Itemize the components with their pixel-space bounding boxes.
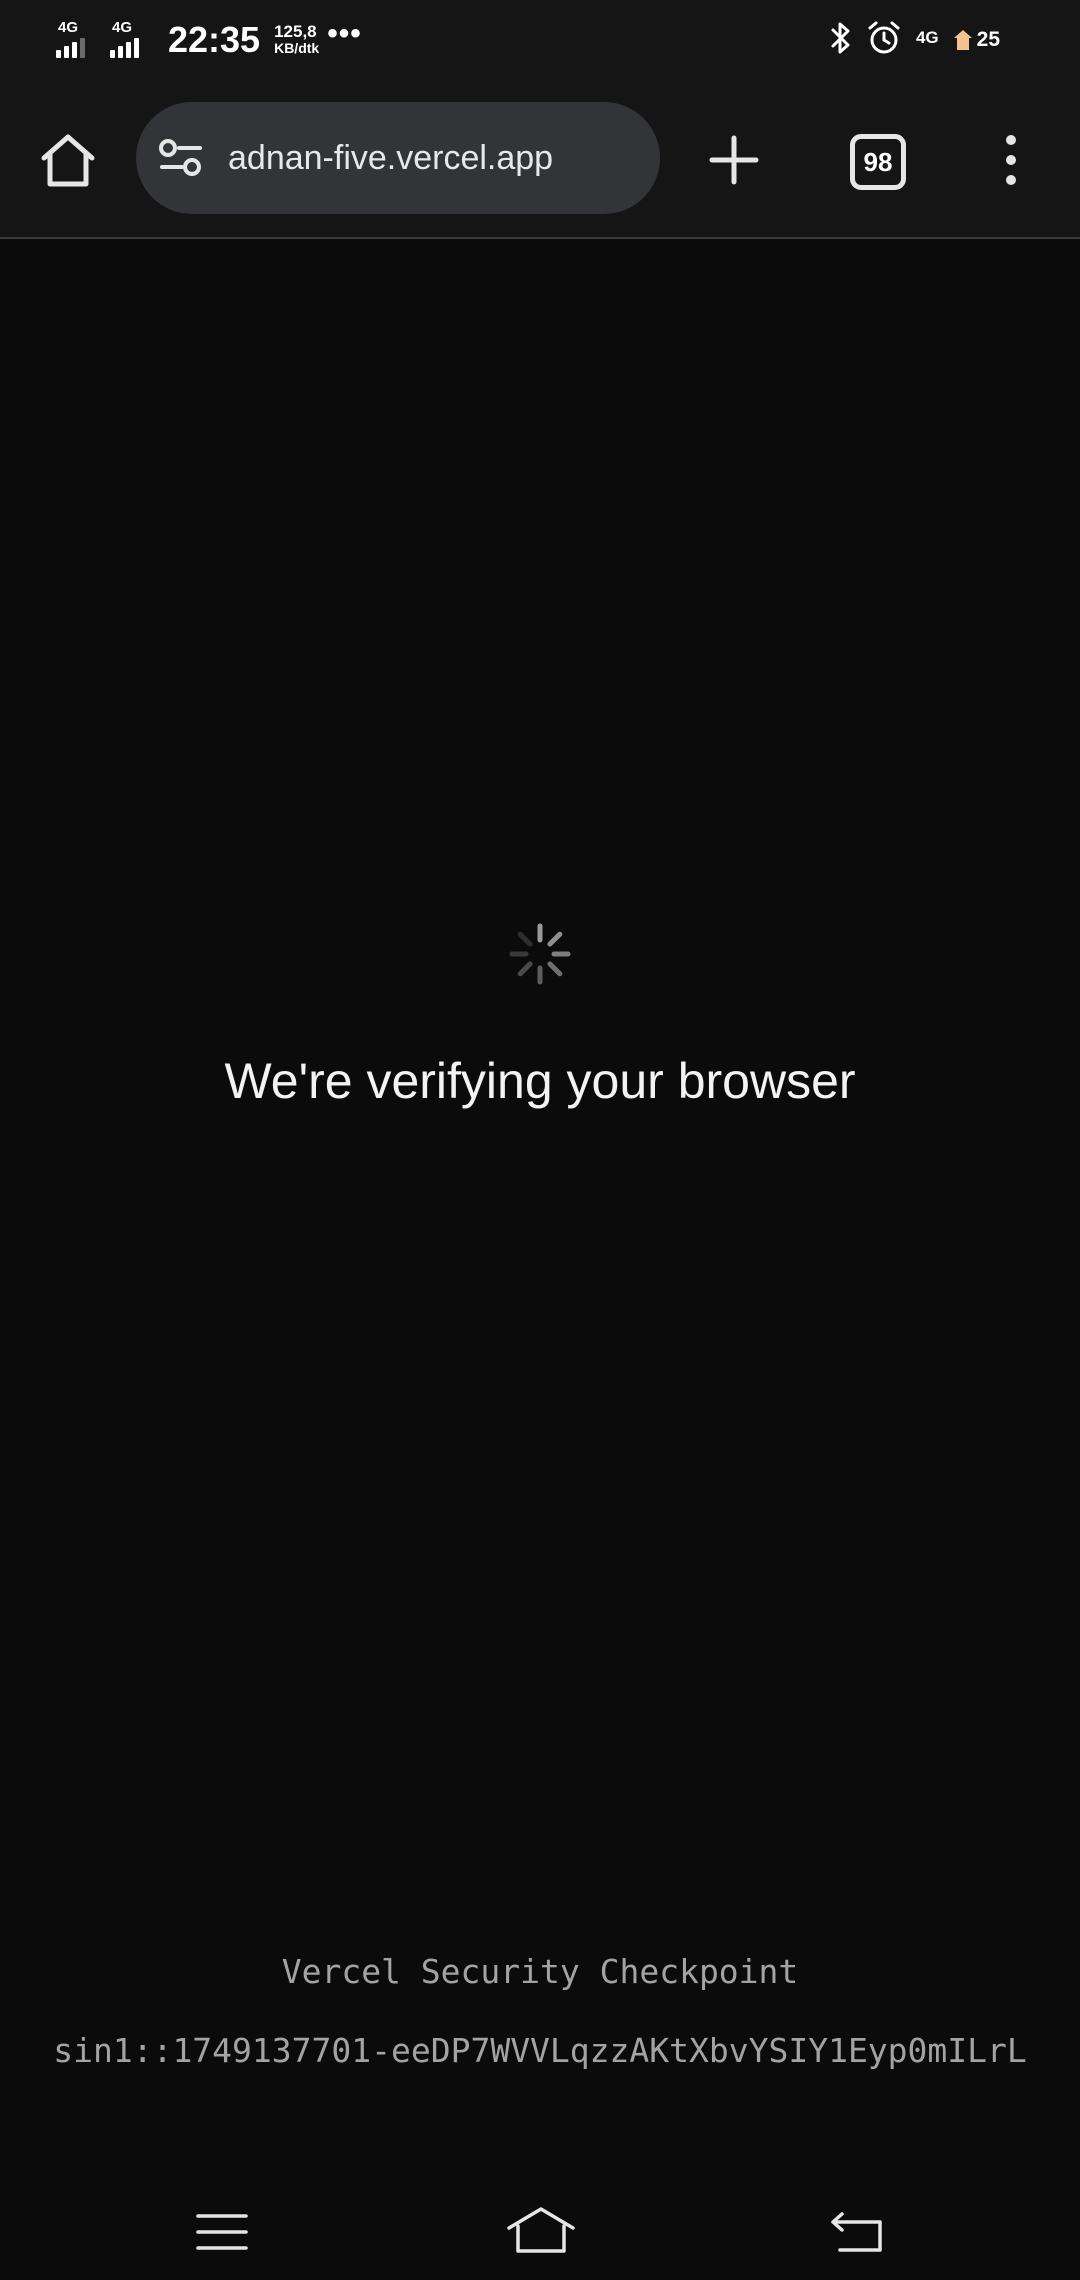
nav-home-button[interactable] bbox=[506, 2206, 576, 2254]
network-speed-unit: KB/dtk bbox=[274, 40, 320, 56]
loading-spinner-icon bbox=[506, 920, 574, 988]
request-id: sin1::1749137701-eeDP7WVVLqzzAKtXbvYSIY1… bbox=[53, 2031, 1027, 2070]
browser-toolbar: adnan-five.vercel.app 98 bbox=[0, 80, 1080, 239]
back-icon bbox=[831, 2212, 882, 2252]
battery-level: 25 bbox=[976, 28, 1000, 51]
back-button[interactable] bbox=[830, 2210, 884, 2254]
plus-icon bbox=[709, 135, 759, 185]
kebab-menu-icon bbox=[1006, 135, 1016, 185]
battery-saver-icon bbox=[953, 30, 972, 50]
sim2-signal: 4G bbox=[110, 18, 156, 62]
tab-count: 98 bbox=[863, 146, 893, 177]
status-left: 4G 4G 22:35 125,8 KB/dtk ••• bbox=[56, 14, 362, 66]
sim2-signal-bars-icon bbox=[110, 38, 139, 58]
recents-icon bbox=[196, 2214, 248, 2250]
network-speed-value: 125,8 bbox=[274, 22, 317, 41]
recents-button[interactable] bbox=[196, 2212, 248, 2252]
browser-menu-button[interactable] bbox=[996, 132, 1026, 188]
page-heading: We're verifying your browser bbox=[224, 1053, 856, 1109]
sim1-network-label: 4G bbox=[58, 19, 79, 36]
nav-home-icon bbox=[507, 2207, 575, 2253]
site-settings-icon[interactable] bbox=[158, 138, 204, 178]
status-right: 4G 25 bbox=[830, 18, 1000, 62]
page-content: We're verifying your browser Vercel Secu… bbox=[0, 239, 1080, 2139]
address-bar[interactable]: adnan-five.vercel.app bbox=[136, 102, 660, 214]
status-bar: 4G 4G 22:35 125,8 KB/dtk ••• 4G 25 bbox=[0, 0, 1080, 80]
sim1-signal: 4G bbox=[56, 18, 102, 62]
alarm-icon bbox=[866, 20, 902, 61]
new-tab-button[interactable] bbox=[706, 132, 762, 188]
system-nav-bar bbox=[0, 2140, 1080, 2280]
home-button[interactable] bbox=[36, 130, 100, 190]
sim2-network-label: 4G bbox=[112, 19, 133, 36]
url-text[interactable]: adnan-five.vercel.app bbox=[228, 136, 553, 180]
checkpoint-title: Vercel Security Checkpoint bbox=[281, 1952, 799, 1991]
sim1-signal-bars-icon bbox=[56, 38, 85, 58]
bluetooth-icon bbox=[830, 21, 852, 60]
more-notifications-icon: ••• bbox=[327, 17, 362, 50]
clock: 22:35 bbox=[168, 19, 261, 60]
home-icon bbox=[41, 134, 95, 187]
network-4g-label: 4G bbox=[915, 27, 939, 47]
battery: 25 bbox=[953, 28, 1000, 52]
network-speed: 125,8 KB/dtk bbox=[274, 23, 319, 57]
tab-switcher-button[interactable]: 98 bbox=[850, 134, 906, 190]
